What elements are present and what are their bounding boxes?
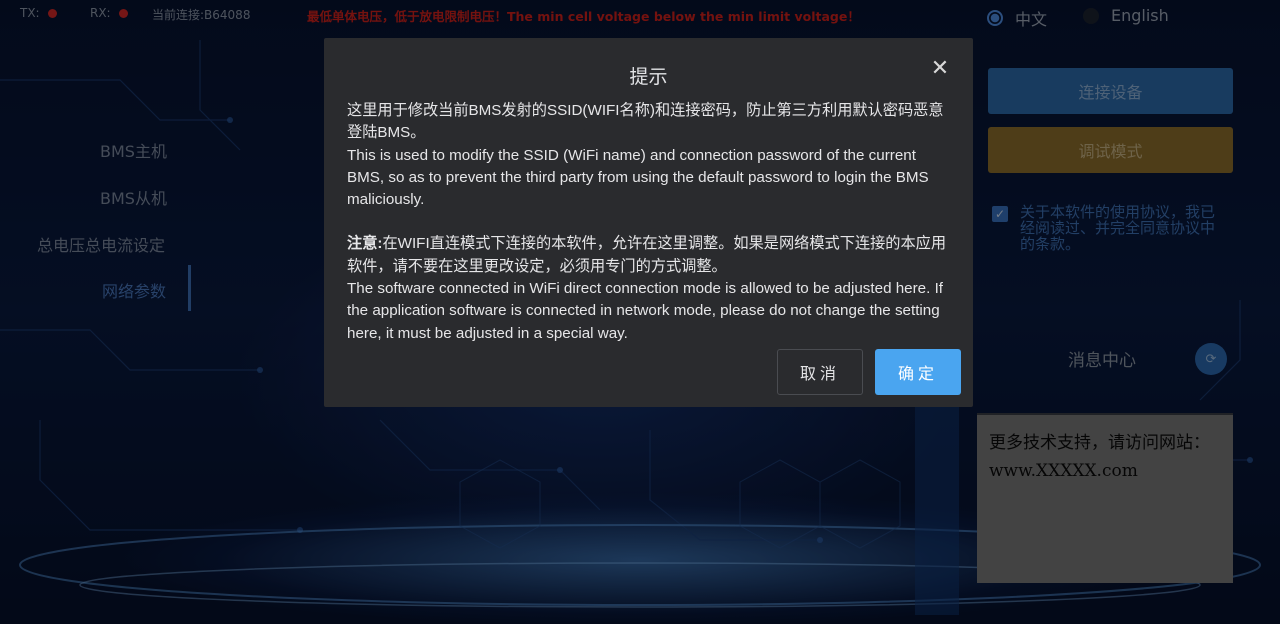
dialog-title: 提示 (629, 66, 668, 88)
close-icon[interactable]: ✕ (929, 58, 951, 80)
notice-dialog: 提示 ✕ 这里用于修改当前BMS发射的SSID(WIFI名称)和连接密码，防止第… (324, 38, 973, 407)
dialog-note-paragraph: 注意:在WIFI直连模式下连接的本软件，允许在这里调整。如果是网络模式下连接的本… (347, 233, 957, 278)
confirm-button[interactable]: 确定 (875, 349, 961, 395)
dialog-text-en-2: The software connected in WiFi direct co… (347, 280, 944, 342)
dialog-text-cn-2: 在WIFI直连模式下连接的本软件，允许在这里调整。如果是网络模式下连接的本应用软… (347, 235, 947, 275)
dialog-text-cn-1: 这里用于修改当前BMS发射的SSID(WIFI名称)和连接密码，防止第三方利用默… (347, 102, 944, 142)
dialog-body: 这里用于修改当前BMS发射的SSID(WIFI名称)和连接密码，防止第三方利用默… (347, 100, 957, 345)
note-label: 注意: (347, 235, 383, 253)
cancel-button[interactable]: 取消 (777, 349, 863, 395)
dialog-text-en-1: This is used to modify the SSID (WiFi na… (347, 146, 929, 209)
